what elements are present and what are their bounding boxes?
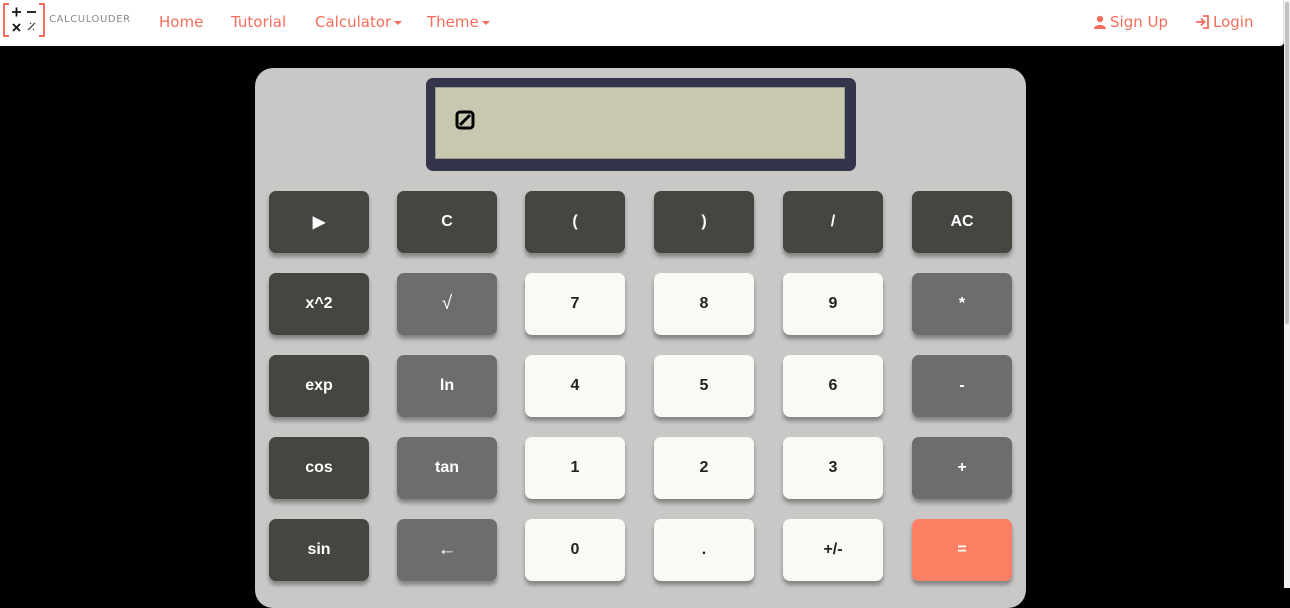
equals-button[interactable]: = — [912, 519, 1012, 581]
backspace-button[interactable]: ← — [397, 519, 497, 581]
calculator-display — [435, 87, 845, 159]
nav-login-label: Login — [1213, 13, 1254, 31]
nav-login-link[interactable]: Login — [1195, 13, 1253, 31]
multiply-button[interactable]: * — [912, 273, 1012, 335]
nav-signup-label: Sign Up — [1110, 13, 1168, 31]
sqrt-button[interactable]: √ — [397, 273, 497, 335]
digit-3-button[interactable]: 3 — [783, 437, 883, 499]
open-paren-button[interactable]: ( — [525, 191, 625, 253]
navbar: CALCULOUDER Home Tutorial Calculator The… — [0, 0, 1284, 46]
subtract-button[interactable]: - — [912, 355, 1012, 417]
close-paren-button[interactable]: ) — [654, 191, 754, 253]
clear-button[interactable]: C — [397, 191, 497, 253]
digit-1-button[interactable]: 1 — [525, 437, 625, 499]
digit-5-button[interactable]: 5 — [654, 355, 754, 417]
logo-text: CALCULOUDER — [49, 14, 131, 25]
chevron-down-icon — [481, 20, 490, 25]
calculator-body: ▶ C ( ) / AC x^2 √ 7 8 9 * exp ln 4 5 6 … — [255, 68, 1026, 608]
digit-6-button[interactable]: 6 — [783, 355, 883, 417]
digit-9-button[interactable]: 9 — [783, 273, 883, 335]
square-button[interactable]: x^2 — [269, 273, 369, 335]
sin-button[interactable]: sin — [269, 519, 369, 581]
run-button[interactable]: ▶ — [269, 191, 369, 253]
scrollbar-thumb[interactable] — [1285, 2, 1289, 324]
all-clear-button[interactable]: AC — [912, 191, 1012, 253]
display-cursor-icon — [455, 110, 475, 130]
cos-button[interactable]: cos — [269, 437, 369, 499]
nav-tutorial-link[interactable]: Tutorial — [231, 13, 286, 31]
exp-button[interactable]: exp — [269, 355, 369, 417]
nav-home-link[interactable]: Home — [159, 13, 203, 31]
nav-theme-label: Theme — [427, 13, 479, 31]
digit-7-button[interactable]: 7 — [525, 273, 625, 335]
digit-0-button[interactable]: 0 — [525, 519, 625, 581]
digit-4-button[interactable]: 4 — [525, 355, 625, 417]
nav-calculator-dropdown[interactable]: Calculator — [315, 13, 403, 31]
nav-calculator-label: Calculator — [315, 13, 392, 31]
login-icon — [1196, 15, 1209, 29]
nav-theme-dropdown[interactable]: Theme — [427, 13, 490, 31]
add-button[interactable]: + — [912, 437, 1012, 499]
calculator-logo-icon[interactable] — [3, 3, 45, 37]
digit-8-button[interactable]: 8 — [654, 273, 754, 335]
divide-button[interactable]: / — [783, 191, 883, 253]
chevron-down-icon — [394, 20, 403, 25]
page-scrollbar[interactable] — [1284, 0, 1290, 588]
nav-signup-link[interactable]: Sign Up — [1093, 13, 1168, 31]
tan-button[interactable]: tan — [397, 437, 497, 499]
decimal-point-button[interactable]: . — [654, 519, 754, 581]
digit-2-button[interactable]: 2 — [654, 437, 754, 499]
negate-button[interactable]: +/- — [783, 519, 883, 581]
user-icon — [1094, 15, 1106, 29]
ln-button[interactable]: ln — [397, 355, 497, 417]
display-frame — [426, 78, 856, 171]
